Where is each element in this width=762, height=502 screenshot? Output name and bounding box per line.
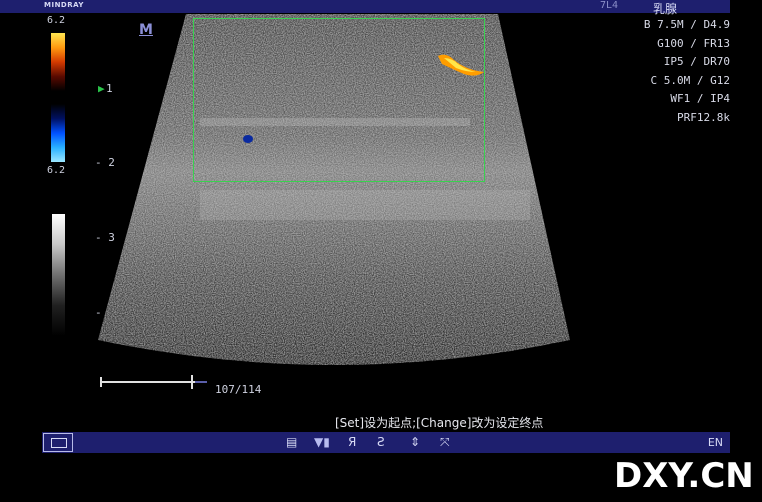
measure-icon[interactable]: ▼▮: [314, 435, 330, 449]
color-roi-box[interactable]: [193, 18, 485, 182]
watermark: DXY.CN: [614, 456, 754, 496]
doppler-flow-signal-blue: [243, 135, 253, 143]
cine-track-remaining: [195, 381, 207, 383]
doppler-flow-signal: [438, 54, 484, 76]
cine-slider[interactable]: [100, 373, 210, 393]
language-indicator[interactable]: EN: [708, 436, 723, 449]
expand-icon[interactable]: ⤧: [440, 435, 450, 450]
flip-horizontal-icon[interactable]: Ƨ: [377, 435, 385, 449]
bottom-toolbar: ▤ ▼▮ Я Ƨ ⇕ ⤧ EN: [42, 432, 730, 453]
cine-start-tick: [100, 377, 102, 387]
hint-text: [Set]设为起点;[Change]改为设定终点: [335, 416, 544, 430]
report-icon[interactable]: ▤: [286, 435, 297, 449]
cine-handle[interactable]: [191, 375, 193, 389]
frame-counter: 107/114: [215, 383, 262, 396]
cine-track: [100, 381, 195, 383]
screen-layout-button[interactable]: [43, 433, 73, 452]
flip-icon[interactable]: Я: [348, 435, 356, 449]
tissue-echo-band: [200, 190, 530, 220]
updown-icon[interactable]: ⇕: [410, 435, 420, 449]
